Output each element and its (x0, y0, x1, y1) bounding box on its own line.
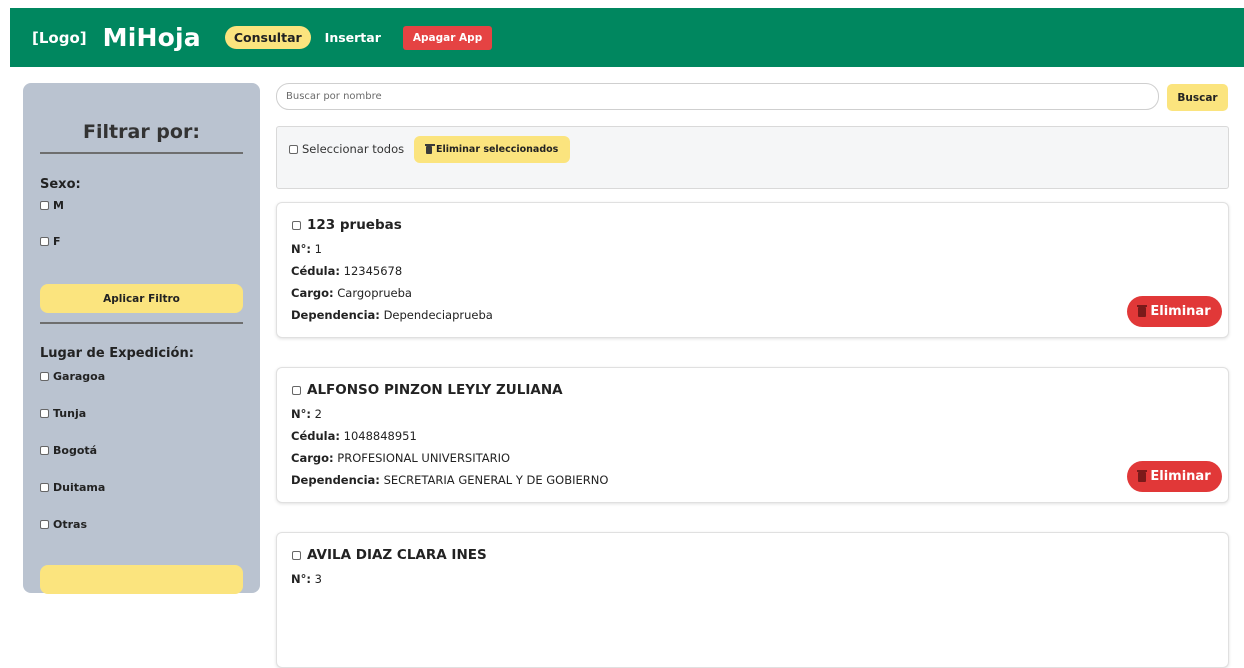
trash-icon (425, 143, 435, 154)
checkbox[interactable] (40, 409, 49, 418)
field-label: Cédula: (291, 264, 340, 278)
option-label: Duitama (53, 481, 106, 494)
field-value: 12345678 (343, 264, 403, 278)
logo-placeholder: [Logo] (32, 28, 87, 47)
search-button[interactable]: Buscar (1167, 84, 1228, 111)
field-label: N°: (291, 242, 311, 256)
record-cargo: Cargo: Cargoprueba (291, 286, 412, 300)
filter-title: Filtrar por: (83, 121, 200, 143)
delete-label: Eliminar (1150, 469, 1211, 484)
checkbox[interactable] (40, 483, 49, 492)
divider (40, 322, 243, 324)
divider (40, 152, 243, 154)
filter-lugar-tunja[interactable]: Tunja (40, 407, 243, 420)
record-dependencia: Dependencia: SECRETARIA GENERAL Y DE GOB… (291, 473, 608, 487)
record-title[interactable]: ALFONSO PINZON LEYLY ZULIANA (292, 382, 563, 398)
checkbox[interactable] (40, 520, 49, 529)
field-value: 2 (314, 407, 322, 421)
bulk-actions-bar: Seleccionar todos Eliminar seleccionados (276, 126, 1229, 189)
filter-sexo-f[interactable]: F (40, 235, 243, 248)
record-title[interactable]: AVILA DIAZ CLARA INES (292, 547, 487, 563)
record-name: ALFONSO PINZON LEYLY ZULIANA (307, 382, 563, 398)
option-label: M (53, 199, 64, 212)
delete-selected-label: Eliminar seleccionados (436, 144, 559, 155)
lugar-heading: Lugar de Expedición: (40, 346, 194, 361)
option-label: Garagoa (53, 370, 106, 383)
record-title[interactable]: 123 pruebas (292, 217, 402, 233)
select-all-checkbox[interactable]: Seleccionar todos (289, 142, 404, 156)
field-value: 1048848951 (343, 429, 417, 443)
record-num: N°: 3 (291, 572, 322, 586)
record-num: N°: 1 (291, 242, 322, 256)
record-num: N°: 2 (291, 407, 322, 421)
delete-record-button[interactable]: Eliminar (1127, 461, 1222, 492)
field-label: N°: (291, 572, 311, 586)
checkbox[interactable] (40, 237, 49, 246)
filter-lugar-bogota[interactable]: Bogotá (40, 444, 243, 457)
field-label: Cargo: (291, 451, 334, 465)
brand-name[interactable]: MiHoja (103, 23, 201, 52)
apply-filter-button[interactable]: Aplicar Filtro (40, 284, 243, 313)
field-label: Dependencia: (291, 473, 380, 487)
record-cedula: Cédula: 1048848951 (291, 429, 417, 443)
field-value: SECRETARIA GENERAL Y DE GOBIERNO (383, 473, 609, 487)
filter-sexo-m[interactable]: M (40, 199, 243, 212)
shutdown-app-button[interactable]: Apagar App (402, 25, 493, 50)
record-card: ALFONSO PINZON LEYLY ZULIANA N°: 2 Cédul… (276, 367, 1229, 503)
nav-consultar[interactable]: Consultar (224, 26, 311, 49)
checkbox[interactable] (292, 220, 301, 230)
option-label: F (53, 235, 61, 248)
record-cargo: Cargo: PROFESIONAL UNIVERSITARIO (291, 451, 510, 465)
field-label: Cédula: (291, 429, 340, 443)
checkbox[interactable] (40, 201, 49, 210)
field-value: Dependeciaprueba (383, 308, 493, 322)
search-input[interactable]: Buscar por nombre (276, 83, 1159, 110)
checkbox[interactable] (40, 372, 49, 381)
select-all-label: Seleccionar todos (302, 142, 405, 156)
delete-label: Eliminar (1150, 304, 1211, 319)
record-name: AVILA DIAZ CLARA INES (307, 547, 487, 563)
nav-insertar[interactable]: Insertar (325, 30, 381, 45)
sexo-heading: Sexo: (40, 177, 81, 192)
trash-icon (1137, 304, 1148, 317)
field-label: Dependencia: (291, 308, 380, 322)
record-name: 123 pruebas (307, 217, 402, 233)
option-label: Otras (53, 518, 88, 531)
filter-sidebar: Filtrar por: Sexo: M F Aplicar Filtro Lu… (23, 83, 260, 594)
record-dependencia: Dependencia: Dependeciaprueba (291, 308, 493, 322)
checkbox[interactable] (292, 385, 301, 395)
record-card: 123 pruebas N°: 1 Cédula: 12345678 Cargo… (276, 202, 1229, 338)
option-label: Bogotá (53, 444, 98, 457)
field-value: 3 (314, 572, 322, 586)
field-value: Cargoprueba (337, 286, 412, 300)
filter-lugar-garagoa[interactable]: Garagoa (40, 370, 243, 383)
field-value: 1 (314, 242, 322, 256)
delete-record-button[interactable]: Eliminar (1127, 296, 1222, 327)
checkbox[interactable] (40, 446, 49, 455)
filter-lugar-duitama[interactable]: Duitama (40, 481, 243, 494)
option-label: Tunja (53, 407, 87, 420)
field-label: N°: (291, 407, 311, 421)
top-navbar: [Logo] MiHoja Consultar Insertar Apagar … (10, 8, 1244, 67)
delete-selected-button[interactable]: Eliminar seleccionados (414, 136, 571, 163)
record-cedula: Cédula: 12345678 (291, 264, 402, 278)
apply-filter-button-2[interactable] (40, 565, 243, 594)
checkbox[interactable] (289, 144, 298, 154)
filter-lugar-otras[interactable]: Otras (40, 518, 243, 531)
field-label: Cargo: (291, 286, 334, 300)
field-value: PROFESIONAL UNIVERSITARIO (337, 451, 511, 465)
checkbox[interactable] (292, 550, 301, 560)
trash-icon (1137, 469, 1148, 482)
record-card: AVILA DIAZ CLARA INES N°: 3 (276, 532, 1229, 668)
